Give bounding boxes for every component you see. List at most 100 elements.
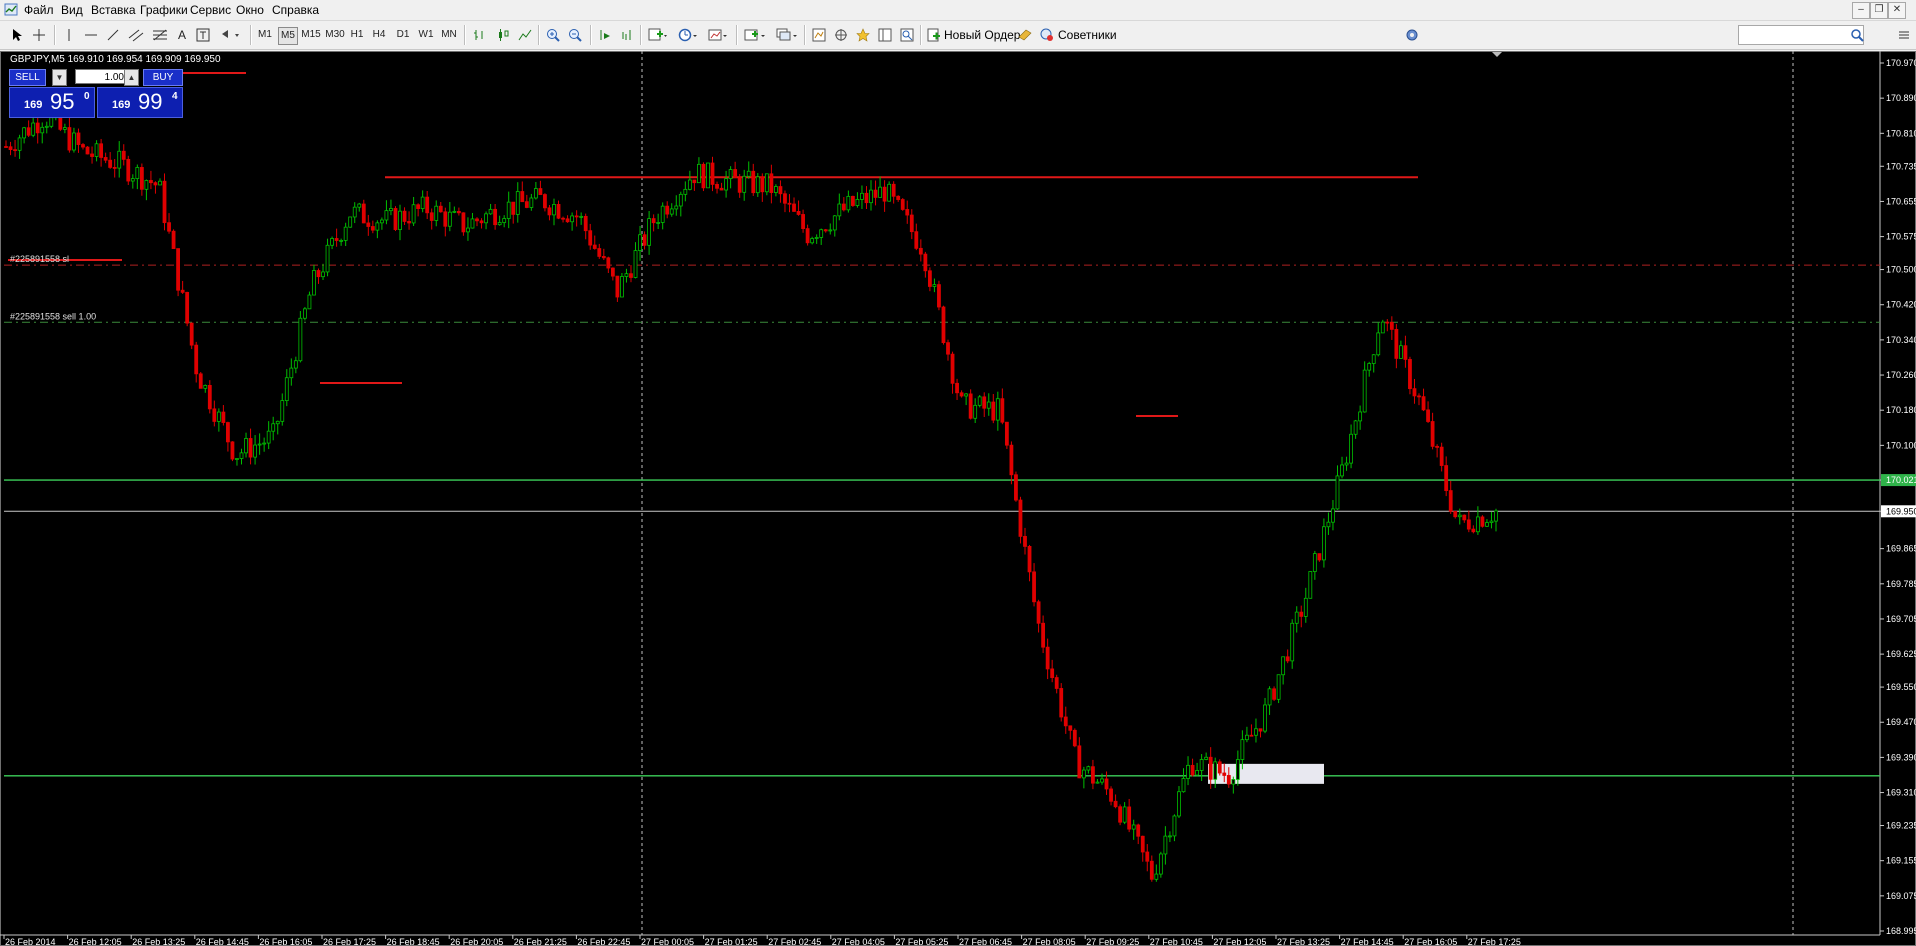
menu-insert[interactable]: Вставка xyxy=(91,3,136,17)
auto-scroll-icon[interactable] xyxy=(596,26,614,44)
candlestick-icon[interactable] xyxy=(494,26,512,44)
tf-m15-button[interactable]: M15 xyxy=(300,27,322,43)
vertical-line-icon[interactable] xyxy=(60,26,78,44)
candle-body xyxy=(303,308,307,319)
candle-body xyxy=(556,204,561,219)
new-order-button[interactable]: Новый Ордер xyxy=(944,27,1020,43)
channel-icon[interactable] xyxy=(126,26,146,44)
time-tick-label: 26 Feb 17:25 xyxy=(323,937,376,946)
candle-body xyxy=(1281,656,1286,676)
candle-body xyxy=(737,177,742,193)
candle-body xyxy=(348,216,353,228)
restore-button[interactable]: ❐ xyxy=(1870,2,1888,19)
menu-tools[interactable]: Сервис xyxy=(190,3,231,17)
advisors-icon[interactable] xyxy=(1038,26,1056,44)
tf-mn-button[interactable]: MN xyxy=(438,27,460,43)
chart-shift-icon[interactable] xyxy=(618,26,636,44)
candle-body xyxy=(31,122,36,136)
cursor-icon[interactable] xyxy=(8,26,26,44)
tf-h4-button[interactable]: H4 xyxy=(370,27,388,43)
price-tick-label: 168.995 xyxy=(1886,926,1916,936)
sell-button[interactable]: SELL xyxy=(9,69,46,86)
menu-view[interactable]: Вид xyxy=(61,3,83,17)
menu-file[interactable]: Файл xyxy=(24,3,54,17)
horizontal-line-icon[interactable] xyxy=(82,26,100,44)
buy-price[interactable]: 169 99 4 xyxy=(97,87,183,118)
candle-body xyxy=(850,195,855,206)
data-window-icon[interactable] xyxy=(876,26,894,44)
candle-body xyxy=(1036,601,1041,624)
price-tick-label: 170.500 xyxy=(1886,265,1916,275)
strategy-tester-icon[interactable] xyxy=(898,26,916,44)
candle-body xyxy=(307,294,312,310)
menu-toggle-icon[interactable] xyxy=(1896,26,1912,44)
price-tick-label: 170.735 xyxy=(1886,161,1916,171)
close-button[interactable]: ✕ xyxy=(1888,2,1906,19)
navigator-icon[interactable] xyxy=(832,26,850,44)
sell-price-small: 169 xyxy=(24,99,43,111)
candle-body xyxy=(339,240,344,242)
trendline-icon[interactable] xyxy=(104,26,122,44)
candle-body xyxy=(312,270,316,296)
text-icon[interactable]: A xyxy=(174,26,190,44)
lock-icon[interactable] xyxy=(1016,26,1034,44)
menu-window[interactable]: Окно xyxy=(236,3,264,17)
candle-body xyxy=(144,180,149,190)
menu-charts[interactable]: Графики xyxy=(140,3,188,17)
candle-body xyxy=(230,441,235,460)
candle-body xyxy=(1344,462,1349,466)
templates-icon[interactable] xyxy=(706,26,730,44)
price-tick-label: 170.180 xyxy=(1886,405,1916,415)
periods-icon[interactable] xyxy=(676,26,700,44)
candle-body xyxy=(620,276,624,298)
market-watch-icon[interactable] xyxy=(810,26,828,44)
candle-body xyxy=(1349,433,1353,464)
candle-body xyxy=(860,192,864,200)
tf-w1-button[interactable]: W1 xyxy=(416,27,436,43)
tf-m1-button[interactable]: M1 xyxy=(256,27,274,43)
bar-chart-icon[interactable] xyxy=(470,26,488,44)
price-tick-label: 169.625 xyxy=(1886,649,1916,659)
candle-body xyxy=(1177,791,1181,817)
candle-body xyxy=(1317,553,1322,561)
price-tick-label: 170.340 xyxy=(1886,335,1916,345)
minimize-button[interactable]: – xyxy=(1852,2,1870,19)
sell-price-big: 95 xyxy=(50,89,75,114)
indicators-icon[interactable] xyxy=(646,26,670,44)
search-icon[interactable] xyxy=(1848,26,1866,44)
tf-d1-button[interactable]: D1 xyxy=(394,27,412,43)
zoom-in-icon[interactable] xyxy=(544,26,562,44)
candle-body xyxy=(352,206,357,218)
new-chart-icon[interactable] xyxy=(742,26,768,44)
lots-decrease-button[interactable]: ▼ xyxy=(52,69,67,86)
favorites-icon[interactable] xyxy=(854,26,872,44)
candle-body xyxy=(171,230,176,249)
search-input[interactable] xyxy=(1738,25,1864,45)
new-order-icon[interactable] xyxy=(926,26,942,44)
tf-h1-button[interactable]: H1 xyxy=(348,27,366,43)
zoom-out-icon[interactable] xyxy=(566,26,584,44)
text-label-icon[interactable] xyxy=(194,26,212,44)
settings-icon[interactable] xyxy=(1402,26,1422,44)
candle-body xyxy=(357,203,362,208)
tf-m30-button[interactable]: M30 xyxy=(324,27,346,43)
candle-body xyxy=(724,178,728,191)
tf-m5-button[interactable]: M5 xyxy=(278,27,298,45)
price-chart[interactable]: #225891558 sl #225891558 sell 1.00 170.970… xyxy=(0,51,1916,946)
advisors-button[interactable]: Советники xyxy=(1058,27,1117,43)
lots-increase-button[interactable]: ▲ xyxy=(124,69,139,86)
candle-body xyxy=(443,211,448,227)
candle-body xyxy=(955,382,959,394)
shapes-icon[interactable] xyxy=(218,26,244,44)
buy-button[interactable]: BUY xyxy=(143,69,183,86)
profiles-icon[interactable] xyxy=(774,26,800,44)
candle-body xyxy=(796,211,801,215)
menu-help[interactable]: Справка xyxy=(272,3,319,17)
lots-input[interactable]: 1.00 xyxy=(75,69,129,84)
sell-price[interactable]: 169 95 0 xyxy=(9,87,95,118)
candle-body xyxy=(497,222,502,226)
candle-body xyxy=(733,169,738,179)
fibonacci-icon[interactable] xyxy=(150,26,170,44)
line-chart-icon[interactable] xyxy=(516,26,534,44)
crosshair-icon[interactable] xyxy=(30,26,48,44)
